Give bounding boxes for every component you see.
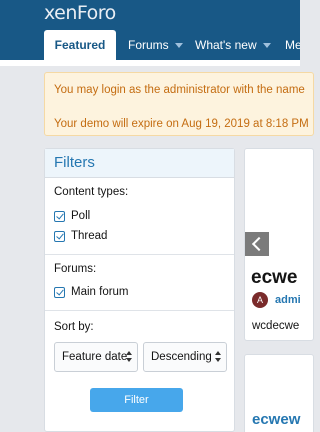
select-arrows-icon xyxy=(215,351,221,363)
site-header: xenForo Featured Forums What's new Me xyxy=(0,0,300,60)
tab-featured[interactable]: Featured xyxy=(44,30,116,60)
carousel-prev-button[interactable] xyxy=(245,232,269,256)
tab-forums[interactable]: Forums xyxy=(128,30,183,60)
chevron-down-icon[interactable] xyxy=(174,43,183,49)
content-types-label: Content types: xyxy=(54,186,129,198)
filter-button[interactable]: Filter xyxy=(90,388,183,412)
checkbox-checked-icon[interactable] xyxy=(54,230,65,242)
logo[interactable]: xenForo xyxy=(44,2,116,24)
filters-panel: Filters Content types: Poll Thread Forum… xyxy=(44,148,235,432)
notice-expiry-text: Your demo will expire on Aug 19, 2019 at… xyxy=(54,118,309,130)
select-arrows-icon xyxy=(126,351,132,363)
checkbox-thread[interactable]: Thread xyxy=(54,229,107,243)
sub-navigation-bar xyxy=(0,60,300,66)
filters-header: Filters xyxy=(45,149,234,178)
divider xyxy=(45,254,234,255)
divider xyxy=(45,310,234,311)
tab-whats-new-label: What's new xyxy=(195,38,257,52)
checkbox-poll[interactable]: Poll xyxy=(54,209,90,223)
sort-direction-select[interactable]: Descending xyxy=(143,342,227,372)
sort-direction-value: Descending xyxy=(151,351,212,363)
notice-login-text: You may login as the administrator with … xyxy=(54,84,305,96)
tab-members-label: Me xyxy=(285,38,300,52)
checkbox-checked-icon[interactable] xyxy=(54,210,65,222)
checkbox-checked-icon[interactable] xyxy=(54,286,65,298)
checkbox-main-forum-label: Main forum xyxy=(71,286,129,298)
featured-content-card: ecwe A admi wcdecwe xyxy=(244,148,314,341)
featured-content-card-2: ecwew xyxy=(244,354,314,432)
sort-by-label: Sort by: xyxy=(54,321,94,333)
checkbox-main-forum[interactable]: Main forum xyxy=(54,285,129,299)
checkbox-poll-label: Poll xyxy=(71,210,91,222)
filters-title: Filters xyxy=(54,154,95,171)
tab-members[interactable]: Me xyxy=(285,30,300,60)
card2-title[interactable]: ecwew xyxy=(252,411,300,428)
tab-featured-label: Featured xyxy=(54,38,106,52)
sort-field-value: Feature date xyxy=(62,351,128,363)
checkbox-thread-label: Thread xyxy=(71,230,108,242)
author-link[interactable]: admi xyxy=(275,294,301,306)
forums-label: Forums: xyxy=(54,263,97,275)
tab-whats-new[interactable]: What's new xyxy=(195,30,271,60)
tab-forums-label: Forums xyxy=(128,38,169,52)
card-title[interactable]: ecwe xyxy=(251,267,297,289)
avatar[interactable]: A xyxy=(252,292,268,308)
demo-notice: You may login as the administrator with … xyxy=(44,72,314,136)
sort-field-select[interactable]: Feature date xyxy=(54,342,138,372)
card-snippet: wcdecwe xyxy=(252,320,300,332)
chevron-down-icon[interactable] xyxy=(262,43,271,49)
